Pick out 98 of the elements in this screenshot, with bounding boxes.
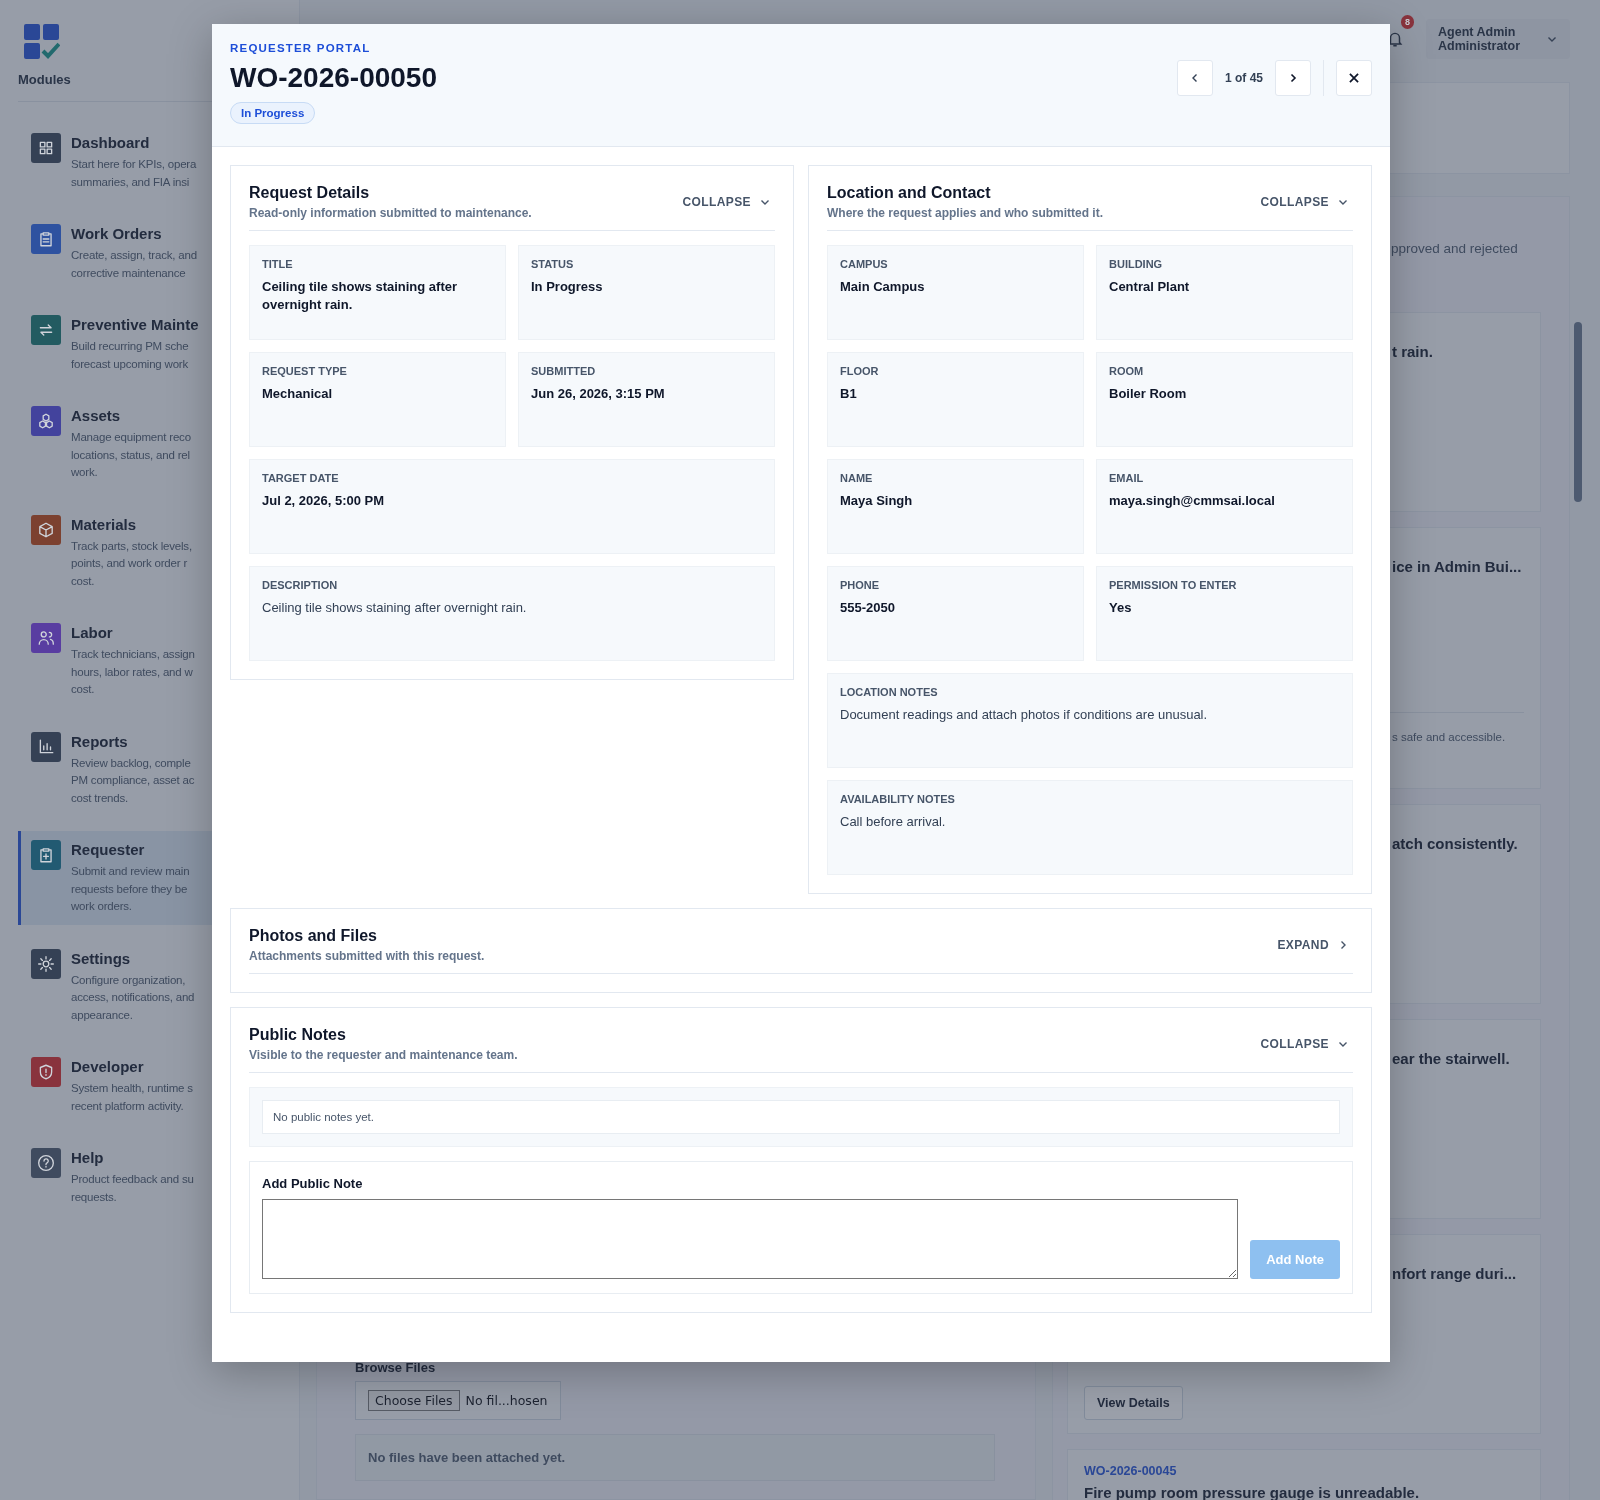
request-title: nfort range duri... xyxy=(1392,1265,1517,1282)
sidebar-item-title: Dashboard xyxy=(71,133,151,153)
field-label: Browse Files xyxy=(355,1360,436,1375)
field-label: EMAIL xyxy=(1109,472,1145,484)
field-label: Add Public Note xyxy=(262,1176,364,1191)
sidebar-item-title: Reports xyxy=(71,731,129,752)
file-input[interactable]: Choose Files No fil...hosen xyxy=(355,1381,561,1420)
field-value: Maya Singh xyxy=(840,492,914,510)
field-value: Ceiling tile shows staining after overnight rain. xyxy=(262,599,528,617)
file-status: No fil...hosen xyxy=(465,1393,548,1408)
sidebar-item-description: Review backlog, comple PM compliance, asset ac cost trends. xyxy=(71,755,195,806)
work-order-link[interactable]: WO-2026-00045 xyxy=(1084,1464,1177,1478)
close-icon xyxy=(1347,71,1361,85)
request-title: ice in Admin Bui... xyxy=(1392,558,1522,575)
collapse-toggle[interactable]: COLLAPSE xyxy=(1256,1033,1353,1055)
logo-icon xyxy=(24,24,60,60)
field-label: CAMPUS xyxy=(840,258,889,270)
sidebar-item[interactable]: Reports Review backlog, comple PM compliance, asset ac cost trends. xyxy=(18,722,299,816)
field-value: Yes xyxy=(1109,599,1133,617)
sidebar-item-description: System health, runtime s recent platform activity. xyxy=(71,1081,193,1114)
field-value: In Progress xyxy=(531,278,604,296)
section-title: Request Details xyxy=(249,184,371,202)
field-value: Jun 26, 2026, 3:15 PM xyxy=(531,385,666,403)
dialog-eyebrow: REQUESTER PORTAL xyxy=(230,42,371,54)
field-label: ROOM xyxy=(1109,365,1145,377)
sidebar-item-description: Create, assign, track, and corrective maintenance xyxy=(71,248,197,281)
request-title: atch consistently. xyxy=(1392,835,1518,852)
section-subtitle: Read-only information submitted to maintenance. xyxy=(249,206,532,220)
sidebar-item-title: Settings xyxy=(71,948,132,969)
field-label: LOCATION NOTES xyxy=(840,686,939,698)
collapse-toggle[interactable]: COLLAPSE xyxy=(678,191,775,213)
field-value: B1 xyxy=(840,385,858,403)
field-value: maya.singh@cmmsai.local xyxy=(1109,492,1276,510)
sidebar-heading: Modules xyxy=(18,72,72,87)
field-label: REQUEST TYPE xyxy=(262,365,348,377)
field-label: TARGET DATE xyxy=(262,472,340,484)
empty-message: No files have been attached yet. xyxy=(355,1434,995,1481)
field-value: Main Campus xyxy=(840,278,926,296)
section-subtitle: Attachments submitted with this request. xyxy=(249,949,485,963)
field-value: 555-2050 xyxy=(840,599,896,617)
pager-count: 1 of 45 xyxy=(1224,71,1264,85)
sidebar-item-title: Preventive Mainte xyxy=(71,315,199,335)
request-title: ear the stairwell. xyxy=(1392,1050,1510,1067)
sidebar-item-title: Work Orders xyxy=(71,224,163,244)
field-label: FLOOR xyxy=(840,365,880,377)
sidebar-item-title: Assets xyxy=(71,406,122,426)
sidebar-item-description: Track technicians, assign hours, labor rates, and w cost. xyxy=(71,647,195,697)
field-label: SUBMITTED xyxy=(531,365,597,377)
field-label: NAME xyxy=(840,472,874,484)
sidebar-item-title: Developer xyxy=(71,1057,145,1077)
field-value: Boiler Room xyxy=(1109,385,1188,403)
sidebar-item-title: Help xyxy=(71,1148,105,1168)
panel-subtitle: pproved and rejected xyxy=(1391,241,1518,256)
section-title: Location and Contact xyxy=(827,184,992,202)
field-label: AVAILABILITY NOTES xyxy=(840,793,956,805)
field-label: PERMISSION TO ENTER xyxy=(1109,579,1238,591)
collapse-toggle[interactable]: EXPAND xyxy=(1273,934,1353,956)
user-name: Agent Admin xyxy=(1438,25,1517,39)
empty-notes-message: No public notes yet. xyxy=(262,1100,1340,1134)
view-details-button[interactable]: View Details xyxy=(1084,1386,1183,1420)
field-label: BUILDING xyxy=(1109,258,1164,270)
sidebar-item-description: Manage equipment reco locations, status, and rel work. xyxy=(71,430,191,480)
notification-badge: 8 xyxy=(1401,15,1415,29)
user-role: Administrator xyxy=(1438,39,1520,53)
request-title: t rain. xyxy=(1392,343,1433,360)
field-label: STATUS xyxy=(531,258,575,270)
field-value: Call before arrival. xyxy=(840,813,947,831)
field-label: PHONE xyxy=(840,579,881,591)
dialog-title: WO-2026-00050 xyxy=(230,62,437,94)
status-badge: In Progress xyxy=(230,102,316,124)
sidebar-item-title: Labor xyxy=(71,623,114,643)
collapse-toggle[interactable]: COLLAPSE xyxy=(1256,191,1353,213)
field-label: DESCRIPTION xyxy=(262,579,339,591)
section-title: Public Notes xyxy=(249,1026,347,1044)
section-title: Photos and Files xyxy=(249,927,378,945)
field-value: Jul 2, 2026, 5:00 PM xyxy=(262,492,386,510)
sidebar-item-description: Start here for KPIs, opera summaries, and FIA insi xyxy=(71,157,197,190)
choose-files-button[interactable]: Choose Files xyxy=(368,1390,460,1411)
field-value: Central Plant xyxy=(1109,278,1191,296)
close-button[interactable] xyxy=(1336,60,1372,96)
sidebar-item-description: Product feedback and su requests. xyxy=(71,1172,194,1205)
sidebar-item-title: Requester xyxy=(71,840,146,860)
note-input[interactable] xyxy=(262,1199,1239,1279)
field-label: TITLE xyxy=(262,258,294,270)
user-menu[interactable]: Agent Admin Administrator xyxy=(1426,19,1570,59)
sidebar-item-description: Configure organization, access, notifications, and appearance. xyxy=(71,972,195,1023)
sidebar-item-description: Submit and review main requests before they be work orders. xyxy=(71,864,190,914)
request-note: s safe and accessible. xyxy=(1392,731,1506,743)
section-subtitle: Visible to the requester and maintenance team. xyxy=(249,1048,518,1062)
scrollbar[interactable] xyxy=(1574,322,1582,502)
field-value: Document readings and attach photos if conditions are unusual. xyxy=(840,706,1209,724)
field-value: Ceiling tile shows staining after overnight rain. xyxy=(262,278,459,314)
field-value: Mechanical xyxy=(262,385,334,403)
sidebar-item[interactable]: Labor Track technicians, assign hours, labor rates, and w cost. xyxy=(18,614,299,708)
sidebar-item-description: Track parts, stock levels, points, and work order r cost. xyxy=(71,538,192,589)
sidebar-item-title: Materials xyxy=(71,514,138,535)
sidebar-item-description: Build recurring PM sche forecast upcoming work xyxy=(71,339,190,372)
section-subtitle: Where the request applies and who submitted it. xyxy=(827,206,1104,220)
